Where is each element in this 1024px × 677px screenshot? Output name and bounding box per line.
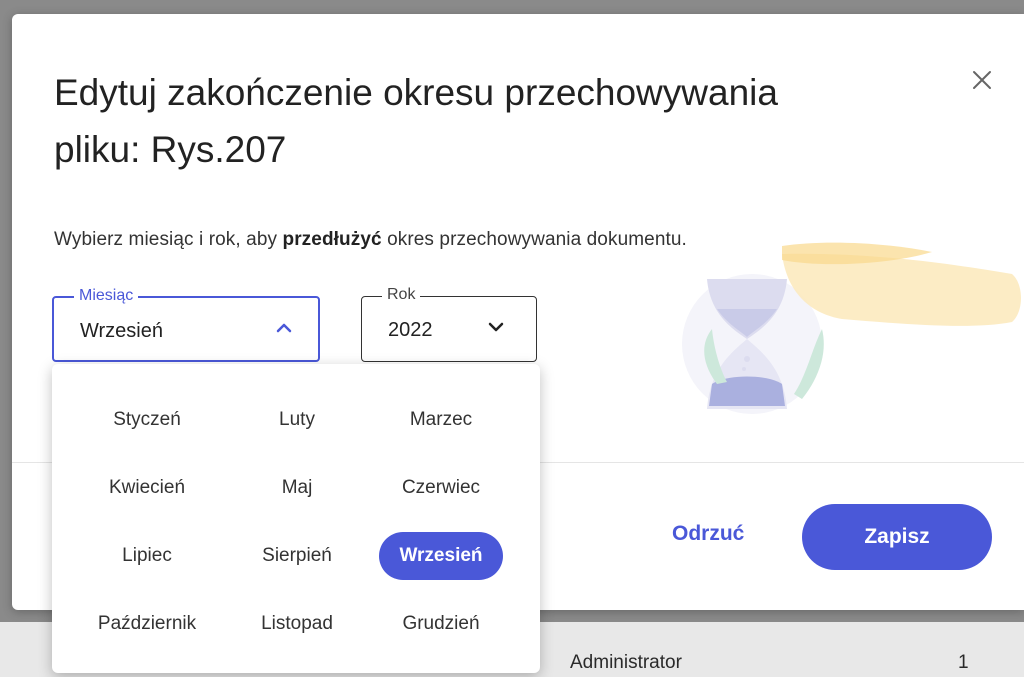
- month-option[interactable]: Styczeń: [52, 386, 242, 454]
- year-label: Rok: [382, 286, 421, 304]
- month-option[interactable]: Listopad: [242, 590, 352, 658]
- month-option-label: Maj: [281, 477, 313, 498]
- hourglass-illustration: [682, 242, 1021, 414]
- month-grid: Styczeń Luty Marzec Kwiecień Maj Czerwie…: [52, 386, 530, 658]
- month-option[interactable]: Grudzień: [352, 590, 530, 658]
- month-option[interactable]: Czerwiec: [352, 454, 530, 522]
- month-option-label: Luty: [279, 409, 315, 430]
- count-cell: 1: [958, 652, 969, 673]
- month-option-label: Marzec: [409, 409, 473, 430]
- month-option-selected[interactable]: Wrzesień: [352, 522, 530, 590]
- month-option-label: Wrzesień: [379, 532, 503, 580]
- close-icon: [973, 71, 991, 89]
- owner-cell: Administrator: [570, 652, 682, 673]
- discard-button[interactable]: Odrzuć: [672, 522, 744, 546]
- month-option-label: Grudzień: [402, 613, 480, 634]
- year-select[interactable]: Rok 2022: [361, 286, 537, 362]
- month-option-label: Listopad: [261, 613, 333, 634]
- month-option-label: Kwiecień: [108, 477, 186, 498]
- month-value: Wrzesień: [80, 320, 163, 342]
- month-option-label: Październik: [97, 613, 197, 634]
- month-select[interactable]: Miesiąc Wrzesień: [52, 287, 320, 362]
- year-value: 2022: [388, 319, 433, 341]
- month-option-label: Czerwiec: [401, 477, 481, 498]
- month-option[interactable]: Sierpień: [242, 522, 352, 590]
- close-button[interactable]: [964, 62, 1000, 98]
- month-dropdown: Styczeń Luty Marzec Kwiecień Maj Czerwie…: [52, 364, 540, 673]
- month-option[interactable]: Lipiec: [52, 522, 242, 590]
- save-button[interactable]: Zapisz: [802, 504, 992, 570]
- month-label: Miesiąc: [74, 287, 139, 305]
- dialog-description: Wybierz miesiąc i rok, aby przedłużyć ok…: [54, 229, 687, 251]
- chevron-down-icon: [488, 322, 504, 332]
- month-option-label: Lipiec: [122, 545, 172, 566]
- month-option[interactable]: Luty: [242, 386, 352, 454]
- dialog-title: Edytuj zakończenie okresu przechowywania…: [54, 72, 778, 170]
- month-option-label: Sierpień: [262, 545, 332, 566]
- month-option[interactable]: Kwiecień: [52, 454, 242, 522]
- month-option-label: Styczeń: [113, 409, 181, 430]
- month-option[interactable]: Październik: [52, 590, 242, 658]
- month-option[interactable]: Marzec: [352, 386, 530, 454]
- chevron-up-icon: [276, 323, 292, 333]
- month-option[interactable]: Maj: [242, 454, 352, 522]
- description-text-end: okres przechowywania dokumentu.: [381, 229, 687, 250]
- description-text: Wybierz miesiąc i rok, aby: [54, 229, 283, 250]
- description-emphasis: przedłużyć: [282, 229, 382, 250]
